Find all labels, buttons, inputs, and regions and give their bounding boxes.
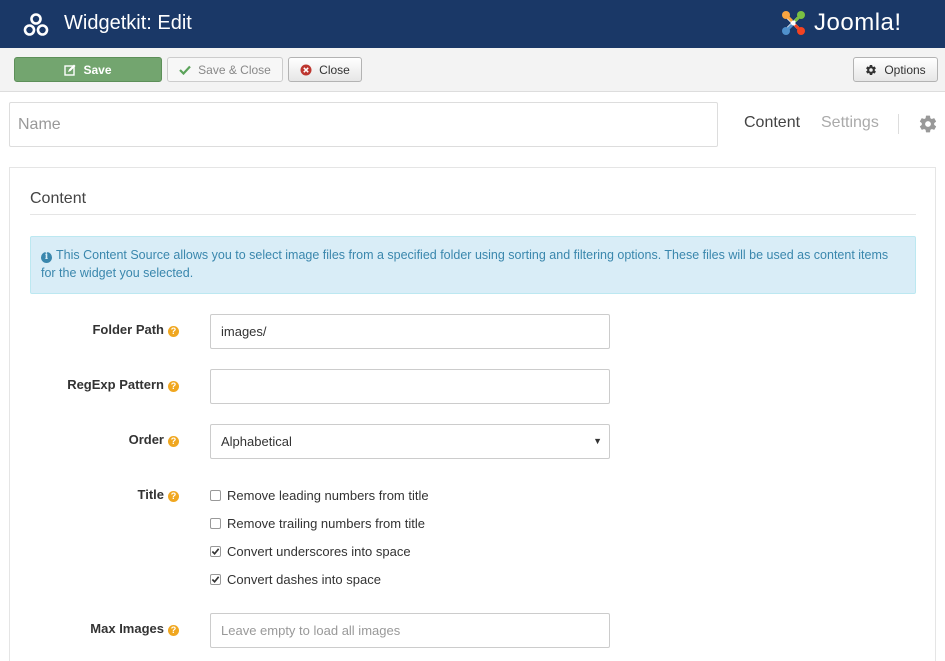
checkbox-icon[interactable] <box>210 517 221 529</box>
checkbox-convert-underscores[interactable]: Convert underscores into space <box>210 543 411 559</box>
checkbox-remove-leading[interactable]: Remove leading numbers from title <box>210 487 429 503</box>
folder-path-label: Folder Path? <box>15 322 179 337</box>
order-label: Order? <box>15 432 179 447</box>
edit-icon <box>64 64 76 76</box>
toolbar: Save Save & Close Close Options <box>0 48 945 92</box>
checkbox-label: Remove trailing numbers from title <box>227 515 425 531</box>
regexp-pattern-label: RegExp Pattern? <box>15 377 179 392</box>
help-icon[interactable]: ? <box>168 491 179 502</box>
page-title: Widgetkit: Edit <box>64 12 192 34</box>
checkbox-label: Convert dashes into space <box>227 571 381 587</box>
tab-settings[interactable]: Settings <box>821 114 879 132</box>
brand-name: Joomla! <box>814 9 902 36</box>
checkbox-remove-trailing[interactable]: Remove trailing numbers from title <box>210 515 425 531</box>
regexp-pattern-input[interactable] <box>210 369 610 404</box>
save-close-button[interactable]: Save & Close <box>167 57 283 82</box>
joomla-brand: Joomla! <box>778 6 902 40</box>
folder-path-input[interactable] <box>210 314 610 349</box>
order-select[interactable]: Alphabetical ▼ <box>210 424 610 459</box>
close-label: Close <box>319 62 350 77</box>
checkbox-convert-dashes[interactable]: Convert dashes into space <box>210 571 381 587</box>
order-label-text: Order <box>128 432 164 447</box>
help-icon[interactable]: ? <box>168 326 179 337</box>
info-alert: i This Content Source allows you to selec… <box>30 236 916 294</box>
help-icon[interactable]: ? <box>168 381 179 392</box>
title-label: Title? <box>15 487 179 502</box>
panel-title: Content <box>30 190 87 207</box>
app-header: Widgetkit: Edit Joomla! <box>0 0 945 48</box>
panel-divider <box>30 214 916 215</box>
save-label: Save <box>83 62 112 77</box>
max-images-label-text: Max Images <box>90 621 164 636</box>
info-icon: i <box>41 252 52 263</box>
checkbox-icon[interactable] <box>210 489 221 501</box>
help-icon[interactable]: ? <box>168 625 179 636</box>
options-label: Options <box>884 62 926 77</box>
info-text: This Content Source allows you to select… <box>41 248 889 280</box>
checkbox-label: Convert underscores into space <box>227 543 411 559</box>
folder-path-label-text: Folder Path <box>92 322 164 337</box>
caret-down-icon: ▼ <box>593 436 602 446</box>
close-circle-icon <box>300 64 312 76</box>
save-close-label: Save & Close <box>198 62 271 77</box>
joomla-logo-icon <box>782 11 805 35</box>
options-button[interactable]: Options <box>853 57 938 82</box>
order-selected-value: Alphabetical <box>221 434 292 449</box>
help-icon[interactable]: ? <box>168 436 179 447</box>
tab-divider <box>898 114 899 134</box>
checkbox-checked-icon[interactable] <box>210 545 221 557</box>
save-button[interactable]: Save <box>14 57 162 82</box>
close-button[interactable]: Close <box>288 57 362 82</box>
widgetkit-logo-icon <box>23 13 49 36</box>
regexp-pattern-label-text: RegExp Pattern <box>67 377 164 392</box>
settings-gear-icon[interactable] <box>918 114 938 134</box>
check-icon <box>179 65 191 75</box>
checkbox-checked-icon[interactable] <box>210 573 221 585</box>
max-images-label: Max Images? <box>15 621 179 636</box>
gear-icon <box>865 64 877 76</box>
max-images-input[interactable] <box>210 613 610 648</box>
name-input[interactable] <box>9 102 718 147</box>
tab-content[interactable]: Content <box>744 114 800 132</box>
checkbox-label: Remove leading numbers from title <box>227 487 429 503</box>
title-label-text: Title <box>137 487 165 502</box>
